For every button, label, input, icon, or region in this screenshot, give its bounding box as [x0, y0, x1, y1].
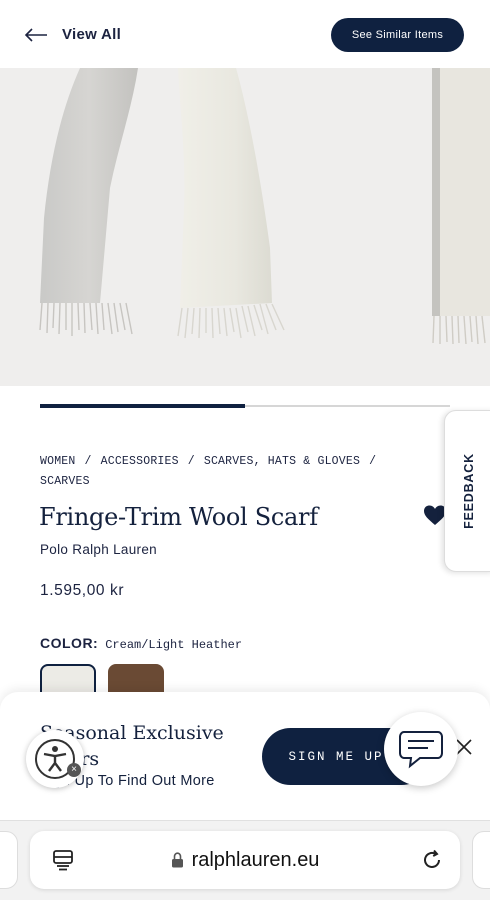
- lock-icon: [171, 852, 183, 868]
- breadcrumb-women[interactable]: WOMEN: [40, 455, 76, 468]
- breadcrumb-scarves-hats-gloves[interactable]: SCARVES, HATS & GLOVES: [204, 455, 360, 468]
- breadcrumb-accessories[interactable]: ACCESSORIES: [101, 455, 179, 468]
- product-image-carousel[interactable]: [0, 68, 490, 386]
- arrow-left-icon: [24, 27, 47, 42]
- breadcrumb-separator: /: [369, 455, 377, 468]
- feedback-label: FEEDBACK: [462, 453, 476, 529]
- breadcrumb-separator: /: [187, 455, 195, 468]
- product-brand: Polo Ralph Lauren: [40, 542, 157, 557]
- breadcrumb-scarves[interactable]: SCARVES: [40, 475, 90, 488]
- gallery-progress-track: [40, 404, 450, 408]
- breadcrumb-separator: /: [84, 455, 92, 468]
- url-text: ralphlauren.eu: [191, 848, 320, 871]
- view-all-link[interactable]: View All: [24, 26, 121, 43]
- top-bar: View All See Similar Items: [0, 0, 490, 68]
- scarf-image: [39, 68, 490, 345]
- url-display: ralphlauren.eu: [30, 831, 460, 889]
- breadcrumb: WOMEN / ACCESSORIES / SCARVES, HATS & GLOVES…: [40, 452, 420, 492]
- next-tab-peek[interactable]: [472, 831, 490, 889]
- address-bar[interactable]: ralphlauren.eu: [30, 831, 460, 889]
- product-price: 1.595,00 kr: [40, 582, 125, 599]
- accessibility-button[interactable]: ×: [26, 730, 84, 788]
- dismiss-badge-icon[interactable]: ×: [67, 763, 81, 777]
- view-all-label: View All: [62, 26, 122, 43]
- gallery-progress-fill: [40, 404, 245, 408]
- color-value: Cream/Light Heather: [105, 638, 243, 652]
- feedback-tab[interactable]: FEEDBACK: [444, 410, 490, 572]
- see-similar-items-button[interactable]: See Similar Items: [331, 18, 464, 52]
- chat-button[interactable]: [384, 712, 458, 786]
- reload-icon[interactable]: [420, 848, 444, 872]
- color-selector-label: COLOR: Cream/Light Heather: [40, 635, 242, 652]
- product-title: Fringe-Trim Wool Scarf: [39, 503, 318, 531]
- previous-tab-peek[interactable]: [0, 831, 18, 889]
- chat-bubble-icon: [399, 731, 443, 769]
- color-label: COLOR:: [40, 635, 99, 651]
- browser-toolbar: ralphlauren.eu: [0, 820, 490, 900]
